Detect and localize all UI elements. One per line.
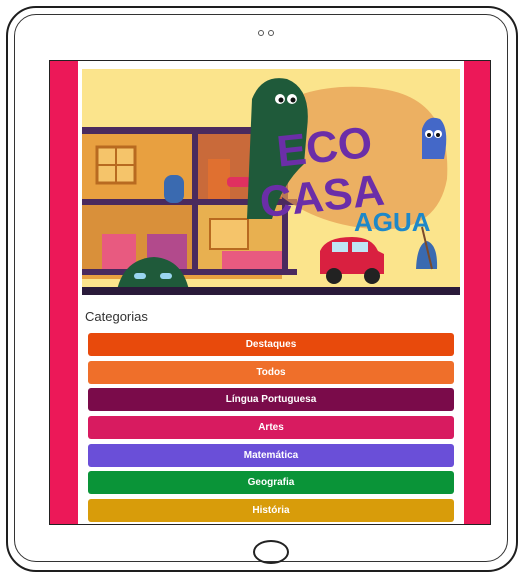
screen: ECO CASA AGUA Categorias Destaques Todos… [49,60,491,525]
ground [82,287,460,295]
category-button-todos[interactable]: Todos [88,360,454,384]
category-button-destaques[interactable]: Destaques [88,333,454,356]
category-button-matem-tica[interactable]: Matemática [88,443,454,467]
blue-creature-small [164,175,184,203]
category-list: Destaques Todos Língua Portuguesa Artes Mate… [88,333,454,524]
category-button-artes[interactable]: Artes [88,416,454,440]
category-button-geografia[interactable]: Geografia [88,471,454,495]
shower [208,159,230,199]
kitchen-counter [222,251,282,269]
sink [227,177,251,187]
hero-banner: ECO CASA AGUA [82,69,460,295]
house-wall-divider [192,129,198,275]
logo-agua: AGUA [354,207,431,237]
window-kitchen [209,218,249,250]
page-content: ECO CASA AGUA Categorias Destaques Todos… [78,61,464,524]
category-button-l-ngua-portuguesa[interactable]: Língua Portuguesa [88,388,454,412]
categories-title: Categorias [85,309,148,324]
hero-illustration: ECO CASA AGUA [82,78,460,295]
floor-beam-2 [82,269,297,275]
home-button-icon[interactable] [253,540,289,564]
blue-creature-top [422,117,447,159]
camera-icon [258,30,274,36]
sofa [102,234,136,269]
category-button-hist-ria[interactable]: História [88,499,454,523]
